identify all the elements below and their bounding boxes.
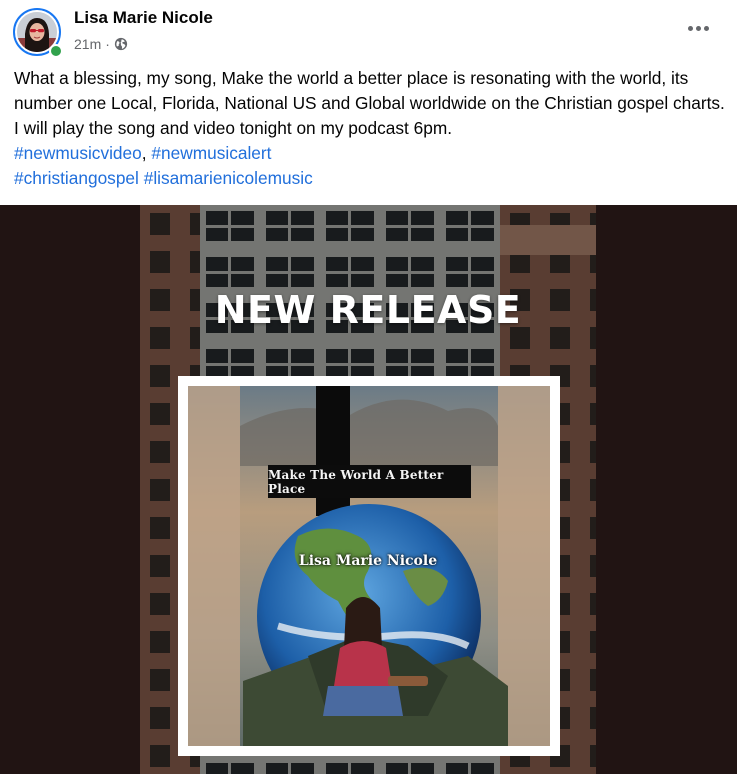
hashtag-link[interactable]: #newmusicvideo bbox=[14, 143, 142, 163]
song-title-label: Make The World A Better Place bbox=[268, 465, 471, 498]
new-release-headline: NEW RELEASE bbox=[214, 288, 522, 332]
artist-name-label: Lisa Marie Nicole bbox=[298, 553, 438, 569]
album-cover: Make The World A Better Place Lisa Marie… bbox=[188, 386, 550, 746]
hashtag-link[interactable]: #newmusicalert bbox=[151, 143, 271, 163]
post-header: Lisa Marie Nicole 21m · bbox=[0, 0, 737, 62]
post-text: What a blessing, my song, Make the world… bbox=[14, 66, 726, 191]
post-media[interactable]: NEW RELEASE Make The World A Better Plac… bbox=[0, 205, 737, 774]
facebook-post: Lisa Marie Nicole 21m · What a blessing,… bbox=[0, 0, 737, 774]
album-cover-frame: Make The World A Better Place Lisa Marie… bbox=[178, 376, 560, 756]
globe-icon[interactable] bbox=[114, 37, 128, 51]
post-timestamp[interactable]: 21m bbox=[74, 36, 101, 52]
hashtag-link[interactable]: #christiangospel bbox=[14, 168, 139, 188]
hashtag-separator: , bbox=[141, 143, 147, 163]
author-name[interactable]: Lisa Marie Nicole bbox=[74, 8, 213, 28]
online-status-dot bbox=[49, 44, 63, 58]
meta-separator: · bbox=[105, 36, 110, 52]
more-options-button[interactable] bbox=[680, 14, 716, 42]
author-avatar[interactable] bbox=[13, 8, 63, 58]
post-body-text: What a blessing, my song, Make the world… bbox=[14, 68, 725, 138]
more-options-icon bbox=[687, 25, 693, 31]
post-meta: 21m · bbox=[74, 35, 128, 53]
hashtag-link[interactable]: #lisamarienicolemusic bbox=[144, 168, 313, 188]
